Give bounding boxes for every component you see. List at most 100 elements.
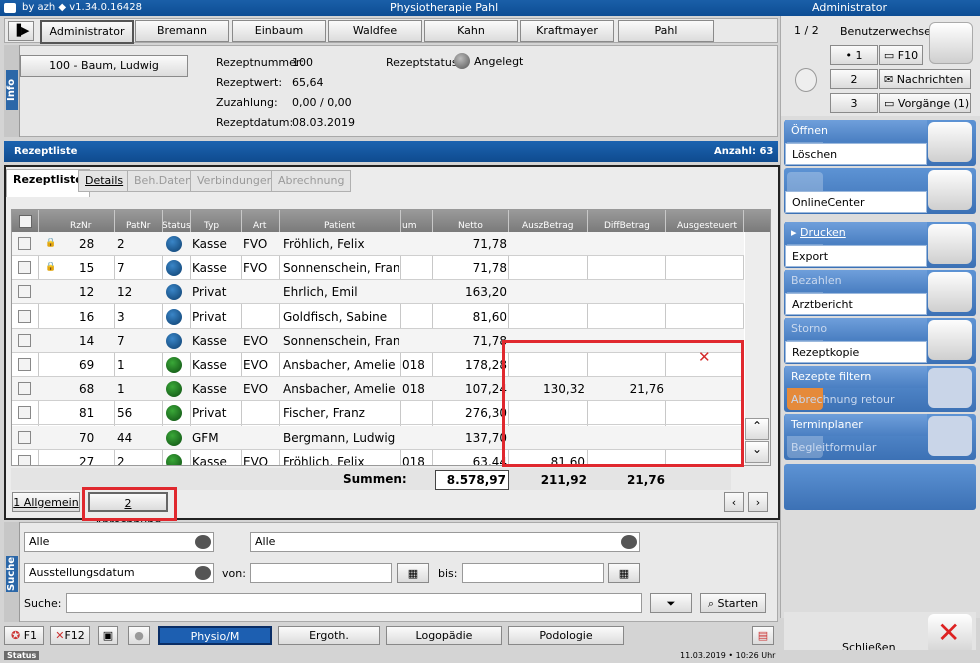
begleitformular-button[interactable]: Begleitformular bbox=[785, 437, 927, 459]
row-checkbox[interactable] bbox=[18, 309, 31, 323]
tab-verbindungen[interactable]: Verbindungen bbox=[190, 170, 281, 192]
to-date-input[interactable] bbox=[462, 563, 604, 583]
highlight-box-grid bbox=[502, 340, 744, 467]
tab-kahn[interactable]: Kahn bbox=[424, 20, 518, 42]
print-button[interactable]: ▸ Drucken bbox=[785, 222, 927, 244]
logo-button[interactable]: Logopädie bbox=[386, 626, 502, 645]
open-button[interactable]: Öffnen bbox=[785, 120, 927, 142]
filter-button[interactable]: Rezepte filtern bbox=[785, 366, 927, 388]
filter-funnel-icon[interactable]: ⏷ bbox=[650, 593, 692, 613]
table-row[interactable]: 16 3 Privat Goldfisch, Sabine 81,60 bbox=[12, 305, 744, 329]
pay-button[interactable]: Bezahlen bbox=[785, 270, 927, 292]
tab-beh-daten[interactable]: Beh.Daten bbox=[127, 170, 200, 192]
abrechnung-retour-button[interactable]: Abrechnung retour bbox=[785, 389, 927, 411]
onlinecenter-button[interactable]: OnlineCenter bbox=[785, 191, 927, 213]
row-checkbox[interactable] bbox=[18, 430, 31, 444]
col-patient[interactable]: Patient bbox=[324, 221, 355, 231]
row-checkbox[interactable] bbox=[18, 285, 31, 299]
arztbericht-button[interactable]: Arztbericht bbox=[785, 293, 927, 315]
session-2[interactable]: 2 bbox=[830, 69, 878, 89]
col-ausgesteuert[interactable]: Ausgesteuert bbox=[677, 221, 737, 231]
col-typ[interactable]: Typ bbox=[204, 221, 219, 231]
user-switch-label[interactable]: Benutzerwechsel bbox=[840, 25, 934, 38]
cell-rz: 27 bbox=[79, 454, 95, 466]
close-icon[interactable]: ✕ bbox=[928, 614, 972, 654]
row-checkbox[interactable] bbox=[18, 358, 31, 371]
col-netto[interactable]: Netto bbox=[458, 221, 483, 231]
mail-icon: ✉ bbox=[884, 73, 894, 86]
processes-button[interactable]: ▭ Vorgänge (1) bbox=[879, 93, 971, 113]
rezeptwert-value: 65,64 bbox=[292, 76, 324, 89]
scroll-up-icon[interactable]: ⌃ bbox=[745, 418, 769, 440]
f10-button[interactable]: ▭ F10 bbox=[879, 45, 923, 65]
tab-kraftmayer[interactable]: Kraftmayer bbox=[520, 20, 614, 42]
pen-icon[interactable] bbox=[928, 272, 972, 312]
next-arrow-icon[interactable]: › bbox=[748, 492, 768, 512]
tab-waldfee[interactable]: Waldfee bbox=[328, 20, 422, 42]
scroll-down-icon[interactable]: ⌄ bbox=[745, 441, 769, 463]
f12-button[interactable]: ✕F12 bbox=[50, 626, 90, 645]
calculator-icon[interactable]: ▣ bbox=[98, 626, 118, 645]
online-icon[interactable] bbox=[928, 170, 972, 210]
f1-button[interactable]: ✪ F1 bbox=[4, 626, 44, 645]
play-icon[interactable]: ● bbox=[128, 626, 150, 645]
rezeptkopie-button[interactable]: Rezeptkopie bbox=[785, 341, 927, 363]
filter1-select[interactable]: Alle bbox=[24, 532, 214, 552]
calendar-icon[interactable]: ▦ bbox=[608, 563, 640, 583]
row-checkbox[interactable] bbox=[18, 382, 31, 396]
toggle-icon[interactable]: ▐▶ bbox=[8, 21, 34, 41]
calendar-icon[interactable]: ▦ bbox=[397, 563, 429, 583]
table-row[interactable]: 12 12 Privat Ehrlich, Emil 163,20 bbox=[12, 280, 744, 305]
tab-administrator[interactable]: Administrator bbox=[40, 20, 134, 44]
export-icon[interactable] bbox=[928, 224, 972, 264]
col-patnr[interactable]: PatNr bbox=[126, 221, 151, 231]
tab-einbaum[interactable]: Einbaum bbox=[232, 20, 326, 42]
messages-button[interactable]: ✉ Nachrichten (8) bbox=[879, 69, 971, 106]
sum-label: Summen: bbox=[343, 472, 407, 486]
date-type-select[interactable]: Ausstellungsdatum bbox=[24, 563, 214, 583]
search-input[interactable] bbox=[66, 593, 642, 613]
row-checkbox[interactable] bbox=[18, 406, 31, 420]
cell-pat: 56 bbox=[117, 406, 133, 421]
user-switch-icon[interactable] bbox=[929, 22, 973, 64]
start-button[interactable]: ⌕ Starten bbox=[700, 593, 766, 613]
col-rznr[interactable]: RzNr bbox=[70, 221, 91, 231]
ergo-button[interactable]: Ergoth. bbox=[278, 626, 380, 645]
col-diffbetrag[interactable]: DiffBetrag bbox=[604, 221, 650, 231]
table-row[interactable]: 🔒 28 2 Kasse FVO Fröhlich, Felix 71,78 bbox=[12, 232, 744, 256]
terminplaner-button[interactable]: Terminplaner bbox=[785, 414, 927, 436]
row-checkbox[interactable] bbox=[18, 333, 31, 347]
table-row[interactable]: 🔒 15 7 Kasse FVO Sonnenschein, Franz 71,78 bbox=[12, 256, 744, 281]
delete-button[interactable]: Löschen bbox=[785, 143, 927, 165]
tab-abrechnung[interactable]: Abrechnung bbox=[271, 170, 352, 192]
export-button[interactable]: Export bbox=[785, 245, 927, 267]
row-checkbox[interactable] bbox=[18, 454, 31, 465]
select-all-checkbox[interactable] bbox=[19, 215, 32, 228]
session-1[interactable]: • 1 bbox=[830, 45, 878, 65]
podo-button[interactable]: Podologie bbox=[508, 626, 624, 645]
grid-settings-icon[interactable]: ▤ bbox=[752, 626, 774, 645]
session-3[interactable]: 3 bbox=[830, 93, 878, 113]
physio-button[interactable]: Physio/M bbox=[158, 626, 272, 645]
tab-details[interactable]: Details bbox=[78, 170, 131, 192]
tab-bremann[interactable]: Bremann bbox=[135, 20, 229, 42]
col-art[interactable]: Art bbox=[253, 221, 266, 231]
row-checkbox[interactable] bbox=[18, 237, 31, 250]
cell-patient: Fröhlich, Felix bbox=[283, 237, 365, 251]
eraser-icon[interactable] bbox=[928, 122, 972, 162]
patient-button[interactable]: 100 - Baum, Ludwig bbox=[20, 55, 188, 77]
form-icon[interactable] bbox=[928, 416, 972, 456]
storno-button[interactable]: Storno bbox=[785, 318, 927, 340]
filter2-select[interactable]: Alle bbox=[250, 532, 640, 552]
status-dot-icon bbox=[166, 284, 182, 301]
col-status[interactable]: Status bbox=[162, 221, 191, 231]
tab-pahl[interactable]: Pahl bbox=[618, 20, 714, 42]
copy-icon[interactable] bbox=[928, 320, 972, 360]
row-checkbox[interactable] bbox=[18, 261, 31, 275]
from-date-input[interactable] bbox=[250, 563, 392, 583]
retour-icon[interactable] bbox=[928, 368, 972, 408]
col-auszbetrag[interactable]: AuszBetrag bbox=[522, 221, 573, 231]
prev-arrow-icon[interactable]: ‹ bbox=[724, 492, 744, 512]
col-um[interactable]: um bbox=[402, 221, 416, 231]
tab-allgemein[interactable]: 1 Allgemein bbox=[12, 492, 80, 512]
